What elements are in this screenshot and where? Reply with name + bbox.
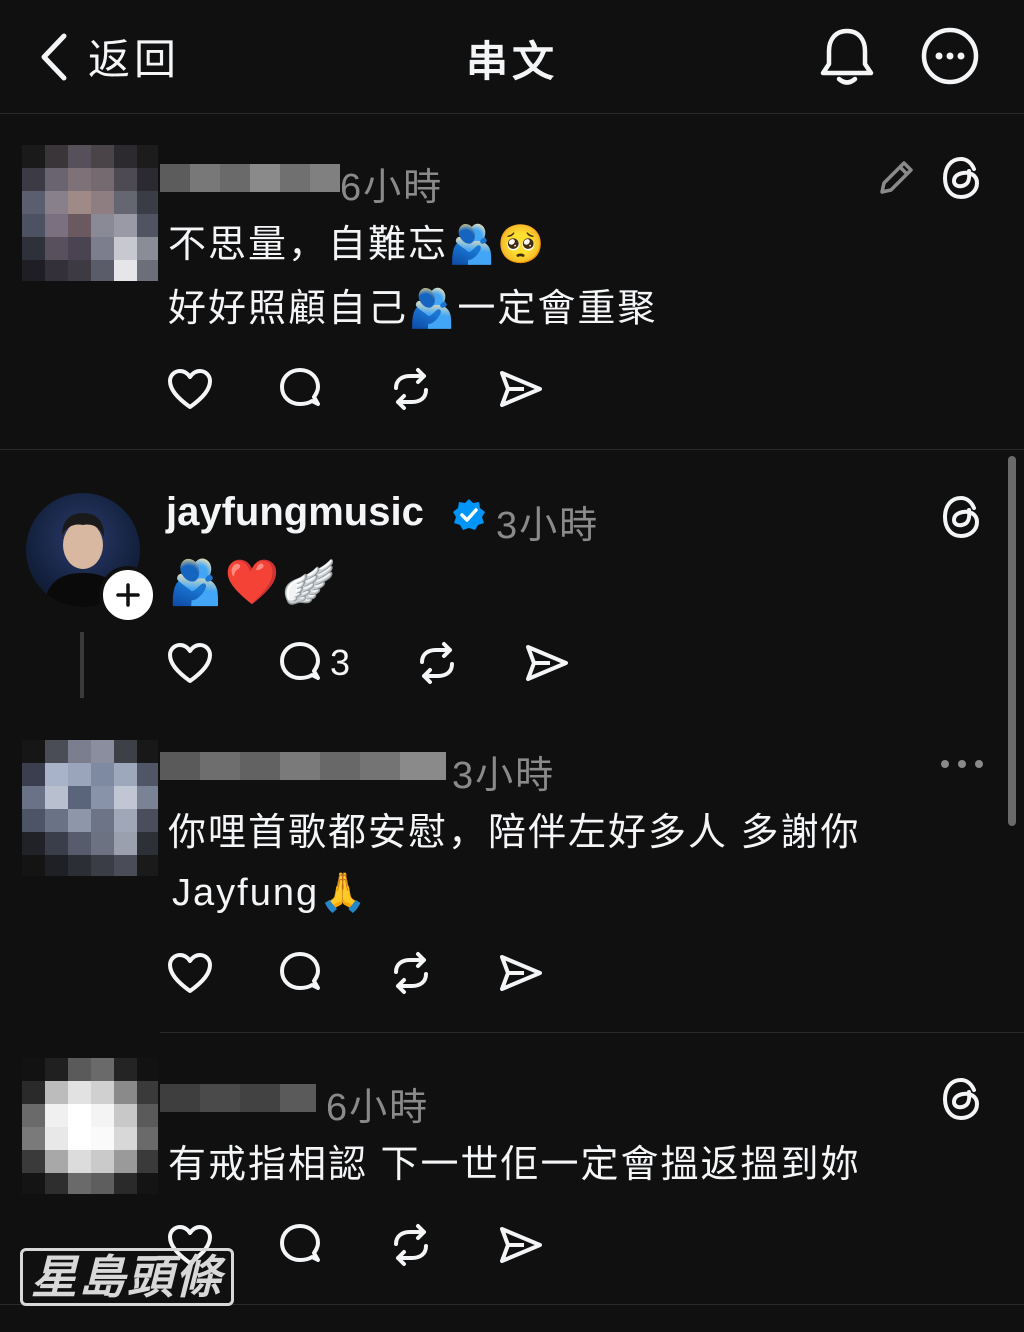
more-horizontal-icon[interactable] (940, 756, 984, 772)
share-icon (500, 371, 542, 407)
threads-icon[interactable] (940, 1076, 984, 1122)
comment-button[interactable]: 3 (278, 640, 350, 686)
repost-icon (394, 1224, 428, 1266)
like-button[interactable] (166, 367, 214, 411)
repost-button[interactable] (388, 366, 434, 412)
share-button[interactable] (498, 367, 544, 411)
post-text-line-2: Jayfung🙏 (172, 872, 369, 914)
thread-line (80, 632, 84, 698)
comment-icon (280, 1224, 320, 1262)
share-button[interactable] (498, 951, 544, 995)
share-button[interactable] (498, 1223, 544, 1267)
comment-icon (280, 642, 320, 680)
comment-button[interactable] (278, 1222, 324, 1268)
watermark: 星島頭條 (20, 1248, 234, 1306)
post-time: 3小時 (452, 755, 556, 797)
post-text-line-1: 你哩首歌都安慰，陪伴左好多人 多謝你 (168, 812, 861, 854)
repost-button[interactable] (388, 1222, 434, 1268)
comment-button[interactable] (278, 366, 324, 412)
like-button[interactable] (166, 641, 214, 685)
post-text-line-1: 不思量，自難忘🫂🥺 (168, 224, 547, 266)
heart-icon (168, 953, 212, 993)
follow-button[interactable] (99, 566, 157, 624)
avatar[interactable] (22, 740, 158, 876)
heart-icon (168, 643, 212, 683)
action-bar (166, 950, 544, 996)
repost-button[interactable] (388, 950, 434, 996)
like-button[interactable] (166, 951, 214, 995)
heart-icon (168, 369, 212, 409)
username-redacted[interactable] (160, 164, 340, 192)
avatar[interactable] (22, 1058, 158, 1194)
action-bar (166, 366, 544, 412)
threads-icon[interactable] (940, 494, 984, 540)
more-circle-icon[interactable] (920, 26, 980, 86)
post-text-line-1: 有戒指相認 下一世佢一定會搵返搵到妳 (168, 1144, 861, 1186)
scrollbar[interactable] (1008, 456, 1016, 826)
share-button[interactable] (524, 641, 570, 685)
verified-badge-icon (453, 499, 485, 530)
plus-icon (116, 583, 140, 607)
repost-button[interactable] (414, 640, 460, 686)
divider (160, 1032, 1024, 1033)
share-icon (500, 1227, 542, 1263)
share-icon (526, 645, 569, 681)
threads-icon[interactable] (940, 155, 984, 201)
username-redacted[interactable] (160, 752, 446, 780)
top-bar: 返回 串文 (0, 0, 1024, 114)
repost-icon (420, 642, 455, 684)
comment-icon (280, 368, 320, 406)
username[interactable]: jayfungmusic (166, 490, 424, 535)
post-time: 6小時 (326, 1087, 430, 1129)
reply-count: 3 (330, 642, 351, 683)
bell-icon[interactable] (818, 26, 876, 88)
post-time: 6小時 (340, 167, 444, 209)
divider (0, 449, 1024, 450)
repost-icon (394, 952, 428, 994)
post-text-line-2: 好好照顧自己🫂一定會重聚 (168, 288, 658, 330)
username-redacted[interactable] (160, 1084, 316, 1112)
pencil-icon[interactable] (876, 158, 916, 198)
post-text-line-1: 🫂❤️🪽 (168, 558, 339, 607)
comment-icon (280, 952, 320, 990)
avatar[interactable] (22, 145, 158, 281)
action-bar: 3 (166, 640, 570, 686)
repost-icon (394, 368, 428, 410)
share-icon (500, 955, 542, 991)
post-time: 3小時 (496, 505, 600, 547)
comment-button[interactable] (278, 950, 324, 996)
